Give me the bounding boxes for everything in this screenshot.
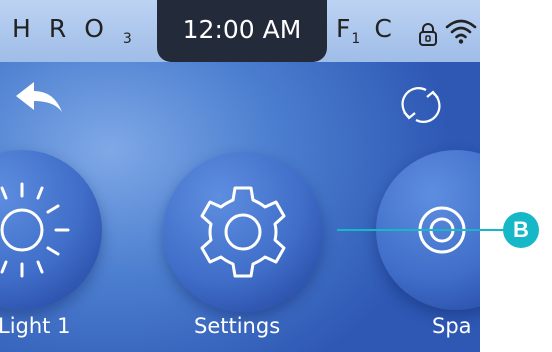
menu-label-light-1: Light 1 <box>0 314 71 338</box>
menu-label-spa: Spa <box>432 314 472 338</box>
time-display: 12:00 AM <box>157 0 327 62</box>
clock-time: 12:00 AM <box>182 15 302 44</box>
gear-icon <box>200 186 286 278</box>
lock-icon <box>419 23 437 46</box>
ozone-indicator: O3 <box>84 14 132 47</box>
settings-button[interactable] <box>163 152 323 312</box>
callout-line <box>337 229 507 231</box>
status-indicators: HR O3 <box>12 14 168 47</box>
temperature-unit: C <box>374 14 392 43</box>
filter-indicator: F1 <box>336 14 361 47</box>
back-arrow-icon[interactable] <box>14 80 66 116</box>
status-bar: HR O3 12:00 AM F1 C <box>0 0 480 62</box>
refresh-icon[interactable] <box>396 82 446 128</box>
wifi-icon <box>445 19 477 44</box>
callout-badge: B <box>503 212 539 248</box>
heater-indicator: H <box>12 14 31 43</box>
status-indicators-right: F1 C <box>336 14 392 47</box>
light-1-button[interactable] <box>0 150 102 310</box>
recirculation-indicator: R <box>48 14 67 43</box>
menu-label-settings: Settings <box>194 314 281 338</box>
control-panel-screen: HR O3 12:00 AM F1 C Light 1 Settings Spa <box>0 0 480 352</box>
light-icon <box>0 182 70 278</box>
